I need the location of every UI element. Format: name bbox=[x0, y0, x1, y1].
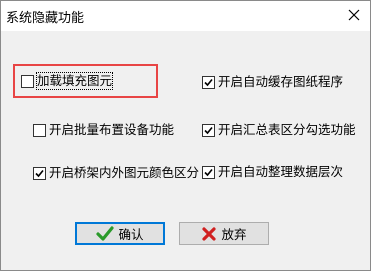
option-label: 开启自动整理数据层次 bbox=[218, 164, 344, 179]
option-summary-select[interactable]: 开启汇总表区分勾选功能 bbox=[202, 122, 356, 138]
close-button[interactable] bbox=[344, 5, 364, 25]
option-bridge-color[interactable]: 开启桥架内外图元颜色区分 bbox=[33, 165, 199, 181]
option-label: 开启自动缓存图纸程序 bbox=[218, 74, 344, 89]
ok-button-label: 确认 bbox=[118, 227, 144, 242]
close-icon bbox=[348, 9, 360, 21]
option-label: 开启汇总表区分勾选功能 bbox=[218, 122, 356, 137]
title-bar: 系统隐藏功能 bbox=[1, 1, 370, 31]
checkbox[interactable] bbox=[202, 165, 215, 179]
checkbox[interactable] bbox=[202, 123, 215, 137]
option-label: 加载填充图元 bbox=[35, 72, 114, 90]
dialog-body: 加载填充图元 开启自动缓存图纸程序 开启批量布置设备功能 开启汇总表区分勾选功能… bbox=[1, 31, 370, 270]
checkbox[interactable] bbox=[33, 166, 46, 180]
option-auto-layer[interactable]: 开启自动整理数据层次 bbox=[202, 164, 343, 180]
cancel-button-label: 放弃 bbox=[221, 227, 247, 242]
window-title: 系统隐藏功能 bbox=[6, 11, 85, 26]
option-label: 开启批量布置设备功能 bbox=[49, 122, 175, 137]
option-auto-cache[interactable]: 开启自动缓存图纸程序 bbox=[202, 74, 343, 90]
ok-button[interactable]: 确认 bbox=[75, 222, 165, 245]
cancel-button[interactable]: 放弃 bbox=[179, 222, 269, 245]
option-batch-device[interactable]: 开启批量布置设备功能 bbox=[33, 122, 174, 138]
checkmark-icon bbox=[204, 78, 213, 86]
checkmark-icon bbox=[204, 126, 213, 134]
checkbox[interactable] bbox=[33, 123, 46, 137]
option-load-fill[interactable]: 加载填充图元 bbox=[21, 72, 114, 90]
checkmark-icon bbox=[204, 168, 213, 176]
x-icon bbox=[201, 226, 217, 242]
option-label: 开启桥架内外图元颜色区分 bbox=[49, 165, 200, 180]
checkbox[interactable] bbox=[202, 75, 215, 89]
dialog-window: 系统隐藏功能 加载填充图元 开启自动缓存图纸程序 开启批量布置设备功能 开启汇总… bbox=[0, 0, 371, 271]
check-icon bbox=[96, 225, 115, 242]
checkbox[interactable] bbox=[21, 74, 34, 88]
checkmark-icon bbox=[35, 169, 44, 177]
